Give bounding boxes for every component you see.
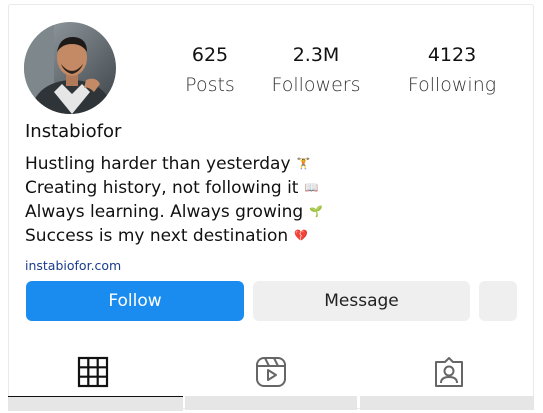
weightlifter-emoji-icon: 🏋 <box>296 157 311 170</box>
posts-label: Posts <box>185 74 235 96</box>
book-emoji-icon: 📖 <box>304 181 319 194</box>
avatar[interactable] <box>24 22 116 114</box>
posts-count: 625 <box>191 44 229 66</box>
bio-line: Always learning. Always growing 🌱 <box>25 200 323 224</box>
tab-tagged-indicator <box>360 396 534 410</box>
grid-icon <box>77 356 109 388</box>
bio-line: Creating history, not following it 📖 <box>25 176 323 200</box>
bio-text: Always learning. Always growing <box>25 202 304 222</box>
stat-followers[interactable]: 2.3M Followers <box>266 44 366 96</box>
username: Instabiofor <box>25 121 122 142</box>
tab-grid-indicator <box>8 396 183 411</box>
bio-text: Hustling harder than yesterday <box>25 154 291 174</box>
reels-icon <box>256 357 286 387</box>
bio-line: Hustling harder than yesterday 🏋 <box>25 152 323 176</box>
tab-tagged[interactable] <box>364 350 534 394</box>
following-count: 4123 <box>427 44 477 66</box>
tab-reels[interactable] <box>186 350 356 394</box>
broken-heart-emoji-icon: 💔 <box>294 229 308 242</box>
stat-following[interactable]: 4123 Following <box>398 44 506 96</box>
stat-posts[interactable]: 625 Posts <box>170 44 250 96</box>
profile-link[interactable]: instabiofor.com <box>25 258 121 273</box>
message-button[interactable]: Message <box>253 281 470 321</box>
tagged-user-icon <box>435 357 463 387</box>
following-label: Following <box>407 74 497 96</box>
bio-text: Creating history, not following it <box>25 178 299 198</box>
follow-button[interactable]: Follow <box>26 281 244 321</box>
tab-reels-indicator <box>185 396 357 410</box>
bio-text: Success is my next destination <box>25 226 289 246</box>
suggested-accounts-button[interactable] <box>479 281 517 321</box>
followers-label: Followers <box>271 74 361 96</box>
followers-count: 2.3M <box>292 44 340 66</box>
bio: Hustling harder than yesterday 🏋 Creating… <box>25 152 323 248</box>
tab-grid[interactable] <box>8 350 178 394</box>
avatar-photo <box>24 22 116 114</box>
seedling-emoji-icon: 🌱 <box>309 205 323 218</box>
bio-line: Success is my next destination 💔 <box>25 224 323 248</box>
